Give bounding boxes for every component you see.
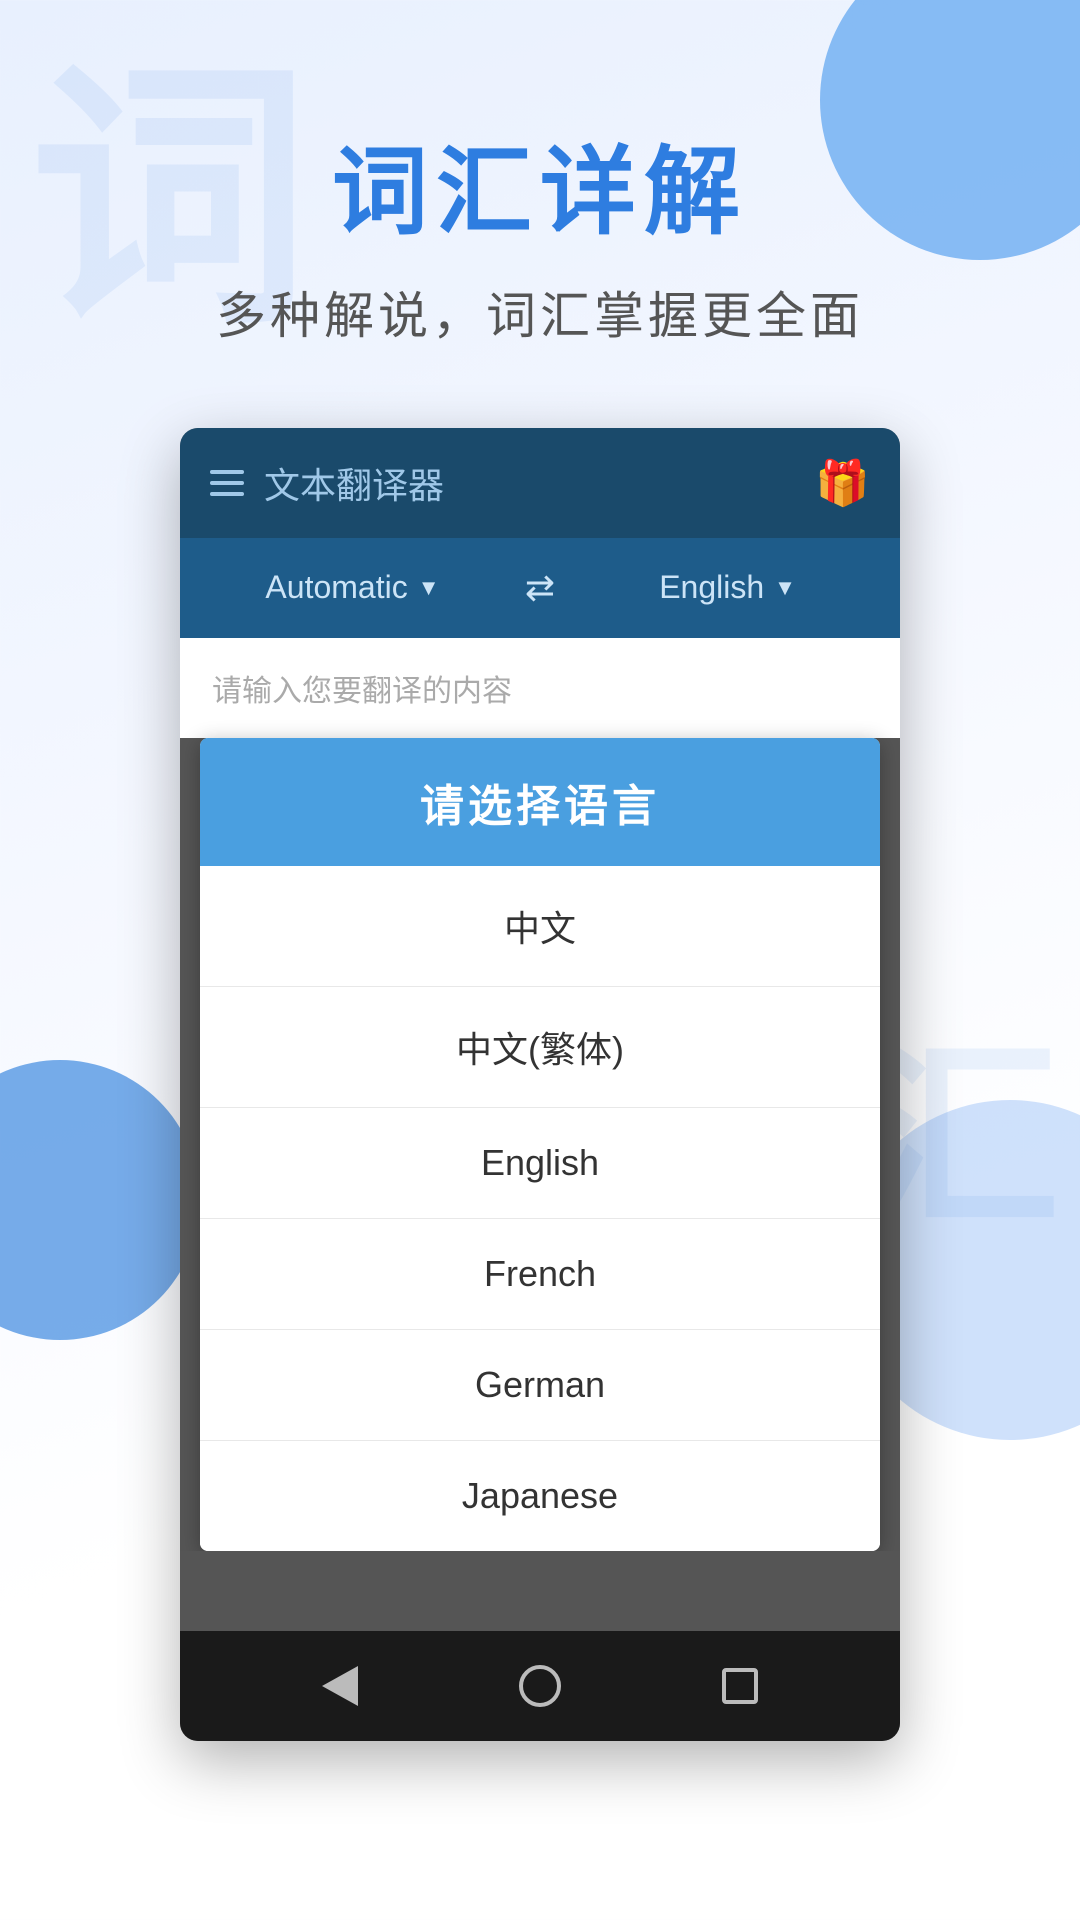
target-lang-label: English — [659, 569, 764, 606]
back-button[interactable] — [305, 1651, 375, 1721]
language-option-5[interactable]: Japanese — [200, 1441, 880, 1551]
modal-title: 请选择语言 — [232, 770, 848, 834]
language-selection-modal: 请选择语言 中文中文(繁体)EnglishFrenchGermanJapanes… — [200, 738, 880, 1551]
modal-header: 请选择语言 — [200, 738, 880, 866]
lang-selector-bar: Automatic ▼ ⇄ English ▼ — [180, 538, 900, 638]
home-icon — [519, 1665, 561, 1707]
translation-input-placeholder[interactable]: 请输入您要翻译的内容 — [180, 638, 900, 738]
hamburger-icon[interactable] — [210, 470, 244, 496]
app-content: 请输入您要翻译的内容 请选择语言 中文中文(繁体)EnglishFrenchGe… — [180, 638, 900, 1631]
language-option-3[interactable]: French — [200, 1219, 880, 1330]
source-lang-button[interactable]: Automatic ▼ — [200, 559, 505, 616]
app-topbar-title: 文本翻译器 — [264, 457, 815, 509]
swap-languages-icon[interactable]: ⇄ — [505, 567, 575, 609]
modal-list: 中文中文(繁体)EnglishFrenchGermanJapanese — [200, 866, 880, 1551]
page-header: 词汇详解 多种解说，词汇掌握更全面 — [0, 0, 1080, 408]
source-lang-label: Automatic — [265, 569, 407, 606]
language-option-2[interactable]: English — [200, 1108, 880, 1219]
language-option-4[interactable]: German — [200, 1330, 880, 1441]
language-option-0[interactable]: 中文 — [200, 866, 880, 987]
recents-icon — [722, 1668, 758, 1704]
source-lang-dropdown-icon: ▼ — [418, 575, 440, 601]
page-title: 词汇详解 — [0, 140, 1080, 246]
app-topbar: 文本翻译器 🎁 — [180, 428, 900, 538]
app-bottom-spacer — [180, 1551, 900, 1631]
back-icon — [322, 1666, 358, 1706]
target-lang-dropdown-icon: ▼ — [774, 575, 796, 601]
app-frame: 文本翻译器 🎁 Automatic ▼ ⇄ English ▼ 请输入您要翻译的… — [180, 428, 900, 1741]
language-option-1[interactable]: 中文(繁体) — [200, 987, 880, 1108]
gift-icon[interactable]: 🎁 — [815, 457, 870, 509]
home-button[interactable] — [505, 1651, 575, 1721]
page-subtitle: 多种解说，词汇掌握更全面 — [0, 276, 1080, 348]
bg-circle-bottom-left — [0, 1060, 200, 1340]
android-navbar — [180, 1631, 900, 1741]
recents-button[interactable] — [705, 1651, 775, 1721]
target-lang-button[interactable]: English ▼ — [575, 559, 880, 616]
